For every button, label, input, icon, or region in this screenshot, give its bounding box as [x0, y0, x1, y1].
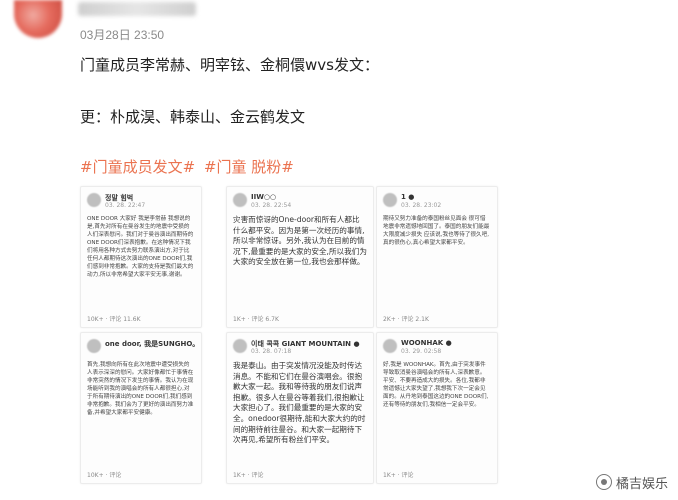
- thumb-date: 03. 28. 22:47: [105, 202, 146, 209]
- post-text-line-2: 更：朴成淏、韩泰山、金云鹤发文: [80, 108, 306, 126]
- thumb-date: 03. 28. 22:54: [251, 202, 292, 209]
- thumb-avatar: [87, 193, 101, 207]
- watermark-logo-icon: [595, 474, 612, 490]
- thumb-text: 首先,我想向所有在此次地震中遭受损失的人表示深深的慰问。大家好像都忙于事情在非常…: [87, 362, 194, 416]
- hashtag-unfan[interactable]: #门童 脱粉#: [204, 158, 294, 176]
- thumb-date: 03. 28. 07:18: [251, 348, 292, 355]
- thumb-footer: 1K+ · 评论: [383, 472, 414, 479]
- image-thumb-5[interactable]: 이태 콕콕 GIANT MOUNTAIN ● 03. 28. 07:18 我是泰…: [226, 332, 374, 484]
- image-thumb-1[interactable]: 정말 힘벅 03. 28. 22:47 ONE DOOR 大家好 我是李常赫 我…: [80, 186, 202, 328]
- watermark: 橘吉娱乐: [595, 473, 668, 492]
- thumb-footer: 10K+ · 评论 11.6K: [87, 316, 141, 323]
- thumb-date: 03. 29. 02:58: [401, 348, 442, 355]
- thumb-avatar: [383, 339, 397, 353]
- image-thumb-6[interactable]: WOONHAK ● 03. 29. 02:58 好,我是 WOONHAK。首先,…: [376, 332, 498, 484]
- thumb-date: 03. 28. 23:02: [401, 202, 442, 209]
- thumb-author: one door, 我是SUNGHO。: [105, 340, 200, 348]
- thumb-avatar: [383, 193, 397, 207]
- thumb-footer: 1K+ · 评论 6.7K: [233, 316, 279, 323]
- thumb-avatar: [233, 339, 247, 353]
- thumb-author: 1 ●: [401, 193, 415, 201]
- post-text-line-1: 门童成员李常赫、明宰铉、金桐儇wvs发文：: [80, 56, 379, 74]
- thumb-footer: 1K+ · 评论: [233, 472, 264, 479]
- thumb-avatar: [233, 193, 247, 207]
- avatar[interactable]: [14, 0, 62, 38]
- thumb-footer: 2K+ · 评论 2.1K: [383, 316, 429, 323]
- post-header: 03月28日 23:50: [0, 0, 678, 50]
- thumb-footer: 10K+ · 评论: [87, 472, 122, 479]
- thumb-text: 期待又努力准备的泰国粉丝见面会 很可惜地震非常遗憾地回国了。泰国的朋友们能最大限…: [383, 216, 490, 246]
- thumb-text: ONE DOOR 大家好 我是李常赫 我想说的是,首先对所有在曼谷发生的地震中受…: [87, 216, 194, 278]
- thumb-text: 我是泰山。由于突发情况没能及时传达消息。不能和它们在曼谷演唱会。很抱歉大家一起。…: [233, 361, 366, 445]
- thumb-text: 灾害而惊讶的One-door和所有人都比什么都平安。因为是第一次经历的事情,所以…: [233, 215, 367, 267]
- image-thumb-3[interactable]: 1 ● 03. 28. 23:02 期待又努力准备的泰国粉丝见面会 很可惜地震非…: [376, 186, 498, 328]
- post-timestamp[interactable]: 03月28日 23:50: [80, 26, 164, 43]
- watermark-text: 橘吉娱乐: [615, 477, 668, 492]
- thumb-author: WOONHAK ●: [401, 339, 452, 347]
- image-thumb-4[interactable]: one door, 我是SUNGHO。 首先,我想向所有在此次地震中遭受损失的人…: [80, 332, 202, 484]
- thumb-avatar: [87, 339, 101, 353]
- hashtag-members-post[interactable]: #门童成员发文#: [80, 158, 195, 176]
- thumb-text: 好,我是 WOONHAK。首先,由于突发事件导致取消曼谷演唱会的所有人,深表歉意…: [383, 362, 489, 408]
- thumb-author: IIW○○: [251, 193, 277, 201]
- username-blurred[interactable]: [78, 2, 196, 16]
- hashtags: #门童成员发文# #门童 脱粉#: [80, 156, 294, 177]
- image-thumb-2[interactable]: IIW○○ 03. 28. 22:54 灾害而惊讶的One-door和所有人都比…: [226, 186, 374, 328]
